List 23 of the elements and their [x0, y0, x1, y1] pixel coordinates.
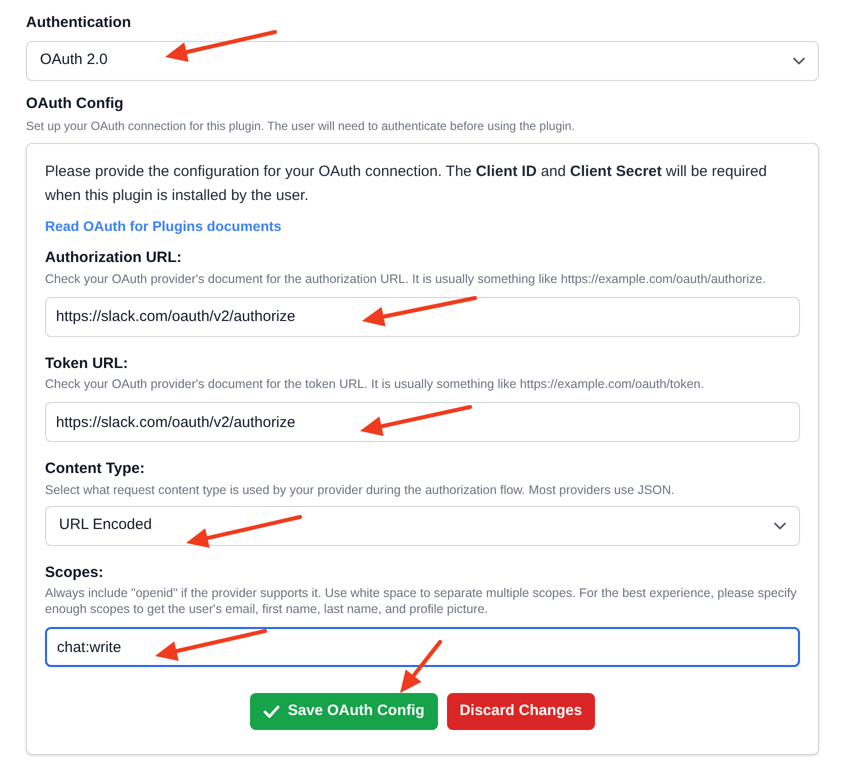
field-hint: Check your OAuth provider's document for the authorization URL. It is usually something like https://example.com/oauth/authorize. [45, 270, 767, 286]
discard-button[interactable]: Discard Changes [446, 693, 596, 730]
field-label: Content Type: [45, 459, 146, 479]
text-input-field[interactable]: https://slack.com/oauth/v2/authorize [45, 402, 800, 442]
field-hint: Always include "openid" if the provider supports it. Use white space to separate multiple scopes. For the best experience, please specify enough scopes to get the user's email, first name, last name, and profile picture. [45, 585, 798, 617]
chevron-down-icon [793, 56, 805, 64]
checkmark-icon [262, 705, 280, 718]
intro-text: Please provide the configuration for your OAuth connection. The Client ID and Client Secret will be required when this plugin is installed by the user. [45, 162, 768, 206]
select-field[interactable]: URL Encoded [45, 506, 800, 546]
field-label: Authorization URL: [45, 248, 183, 268]
field-hint: Select what request content type is used by your provider during the authorization flow. Most providers use JSON. [45, 482, 676, 498]
field-label: Token URL: [45, 354, 130, 374]
section-title: OAuth Config [26, 94, 124, 114]
docs-link[interactable]: Read OAuth for Plugins documents [45, 216, 282, 237]
field-label: Authentication [26, 13, 132, 33]
text-input-field[interactable]: chat:write [45, 627, 800, 667]
field-label: Scopes: [45, 562, 104, 582]
field-hint: Check your OAuth provider's document for the token URL. It is usually something like https://example.com/oauth/token. [45, 376, 705, 392]
chevron-down-icon [774, 522, 786, 530]
annotation-arrow [400, 640, 442, 693]
section-subtitle: Set up your OAuth connection for this plugin. The user will need to authenticate before using the plugin. [26, 118, 576, 135]
text-input-field[interactable]: https://slack.com/oauth/v2/authorize [45, 296, 800, 336]
select-field[interactable]: OAuth 2.0 [26, 40, 819, 80]
